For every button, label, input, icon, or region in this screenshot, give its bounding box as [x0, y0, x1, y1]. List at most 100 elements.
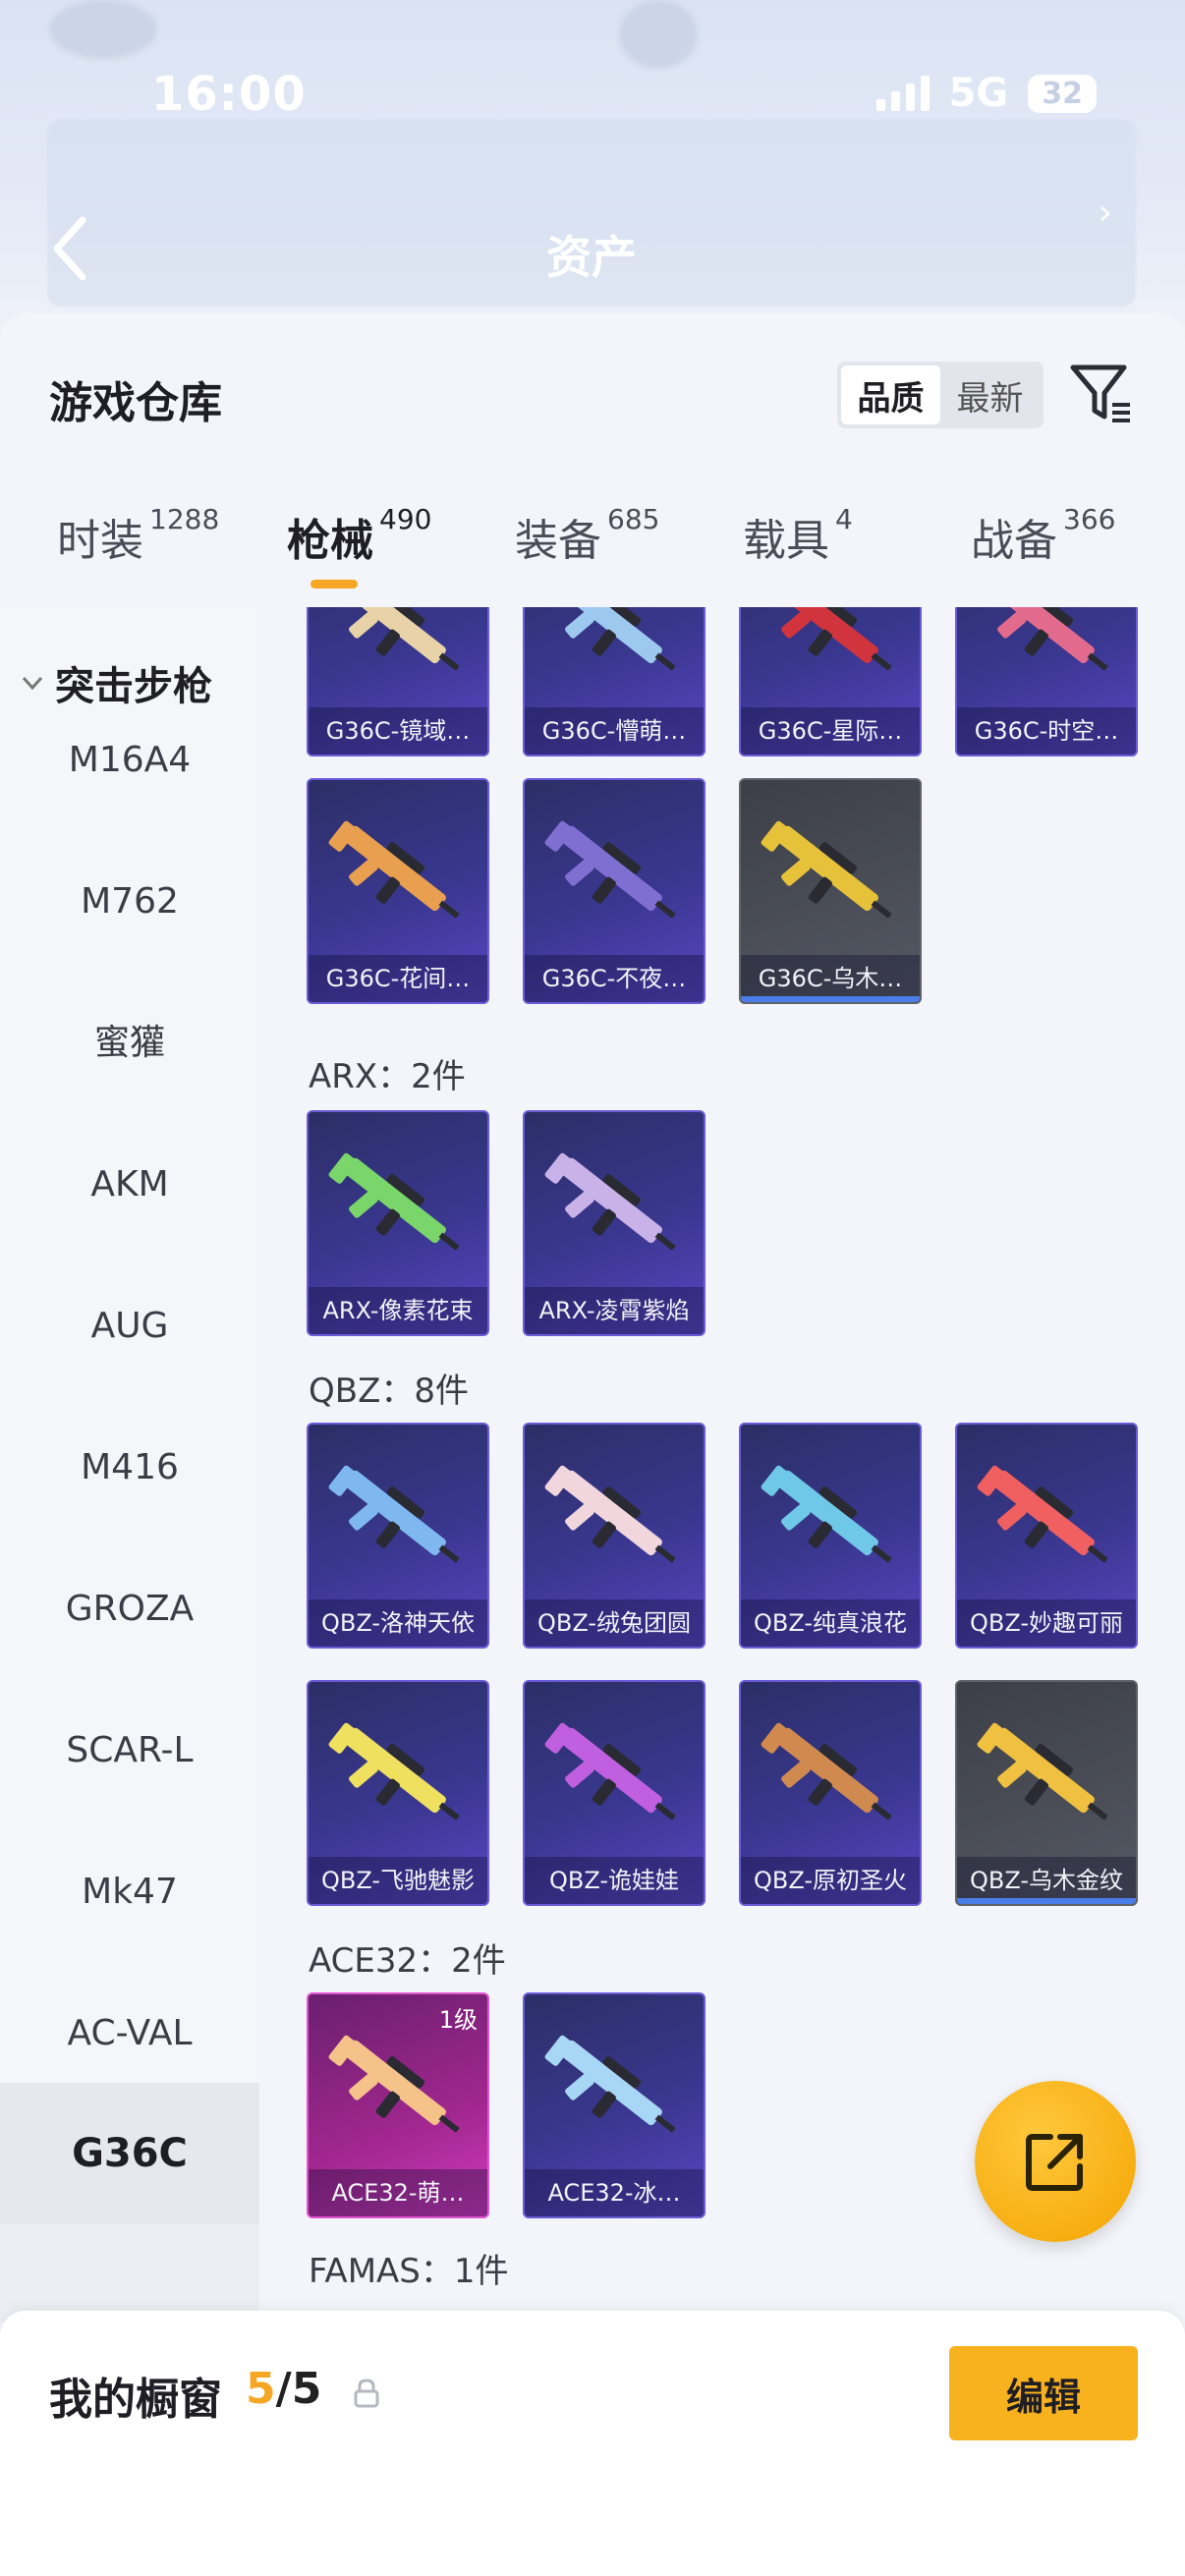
rifle-skin-icon [328, 1722, 460, 1820]
tab-fashion[interactable]: 时装 1288 [57, 503, 219, 568]
sidebar-spacer [0, 2224, 259, 2323]
showcase-current: 5 [246, 2364, 276, 2414]
chevron-down-icon [22, 676, 43, 691]
rifle-skin-icon [328, 1152, 460, 1251]
sidebar-item-aug[interactable]: AUG [0, 1283, 259, 1370]
rifle-skin-icon [992, 607, 1108, 671]
weapon-type-sidebar: 突击步枪 M16A4 M762 蜜獾 AKM AUG M416 GROZA SC… [0, 607, 259, 2462]
sidebar-item-ac-val[interactable]: AC-VAL [0, 1990, 259, 2077]
skin-card[interactable]: G36C-镜域… [307, 607, 489, 756]
skin-card[interactable]: QBZ-诡娃娃 [523, 1680, 705, 1906]
sidebar-item-g36c[interactable]: G36C [0, 2083, 259, 2224]
showcase-bar: 我的橱窗 5/5 编辑 [0, 2311, 1185, 2576]
external-link-icon [1026, 2134, 1083, 2191]
skin-name: QBZ-乌木金纹 [957, 1857, 1136, 1904]
skin-card[interactable]: QBZ-飞驰魅影 [307, 1680, 489, 1906]
sidebar-item-honey-badger[interactable]: 蜜獾 [0, 1000, 259, 1087]
tab-count: 4 [835, 503, 853, 535]
sort-quality-button[interactable]: 品质 [841, 365, 940, 424]
sidebar-item-groza[interactable]: GROZA [0, 1566, 259, 1652]
group-label-arx: ARX：2件 [309, 1057, 466, 1096]
skin-card[interactable]: 1级 ACE32-萌… [307, 1992, 489, 2218]
group-label-famas: FAMAS：1件 [309, 2252, 509, 2291]
signal-icon [875, 76, 930, 111]
share-float-button[interactable] [975, 2081, 1136, 2242]
skin-name: ACE32-冰… [525, 2169, 704, 2216]
skin-name: QBZ-洛神天依 [309, 1599, 487, 1647]
sidebar-item-m416[interactable]: M416 [0, 1425, 259, 1511]
tab-label: 装备 [515, 516, 601, 566]
edit-button[interactable]: 编辑 [949, 2346, 1138, 2440]
rifle-skin-icon [761, 1722, 892, 1820]
skin-card[interactable]: QBZ-纯真浪花 [739, 1423, 922, 1649]
inventory-sheet: 游戏仓库 品质 最新 时装 1288 枪械 490 装备 685 载具 4 战备… [0, 312, 1185, 2576]
showcase-total: /5 [275, 2364, 322, 2414]
skin-card[interactable]: ARX-像素花束 [307, 1110, 489, 1336]
skin-name: G36C-时空… [957, 707, 1136, 755]
showcase-count: 5/5 [246, 2364, 321, 2414]
rifle-skin-icon [560, 607, 676, 671]
skin-card[interactable]: G36C-时空… [955, 607, 1138, 756]
skin-card[interactable]: G36C-花间… [307, 778, 489, 1004]
sidebar-item-m762[interactable]: M762 [0, 859, 259, 945]
skin-card[interactable]: G36C-星际… [739, 607, 922, 756]
skin-name: QBZ-纯真浪花 [741, 1599, 920, 1647]
sort-latest-button[interactable]: 最新 [940, 365, 1040, 424]
filter-icon[interactable] [1069, 362, 1134, 426]
skin-name: G36C-花间… [309, 955, 487, 1002]
rifle-skin-icon [328, 2035, 460, 2133]
sidebar-item-scar-l[interactable]: SCAR-L [0, 1708, 259, 1794]
skin-name: ARX-像素花束 [309, 1287, 487, 1334]
skin-card[interactable]: G36C-乌木… [739, 778, 922, 1004]
rifle-skin-icon [328, 820, 460, 919]
sidebar-item-m16a4[interactable]: M16A4 [0, 717, 259, 804]
network-type: 5G [948, 71, 1009, 116]
battery-icon: 32 [1028, 74, 1097, 113]
skin-card[interactable]: QBZ-乌木金纹 [955, 1680, 1138, 1906]
skin-card[interactable]: ARX-凌霄紫焰 [523, 1110, 705, 1336]
showcase-title: 我的橱窗 [49, 2375, 222, 2425]
skin-name: QBZ-妙趣可丽 [957, 1599, 1136, 1647]
blurred-avatar [49, 0, 157, 59]
rifle-skin-icon [761, 1465, 892, 1563]
tab-combat-gear[interactable]: 战备 366 [971, 503, 1116, 568]
tab-vehicles[interactable]: 载具 4 [743, 503, 853, 568]
rifle-skin-icon [776, 607, 892, 671]
status-time: 16:00 [151, 67, 307, 122]
skin-name: G36C-乌木… [741, 955, 920, 1002]
skin-name: QBZ-绒兔团圆 [525, 1599, 704, 1647]
sidebar-item-mk47[interactable]: Mk47 [0, 1849, 259, 1935]
rifle-skin-icon [544, 1722, 676, 1820]
tab-count: 366 [1063, 503, 1116, 535]
skin-name: G36C-懵萌… [525, 707, 704, 755]
sidebar-item-akm[interactable]: AKM [0, 1142, 259, 1228]
sidebar-section-assault-rifles[interactable]: 突击步枪 [20, 654, 212, 711]
active-tab-indicator [310, 580, 358, 588]
group-label-ace32: ACE32：2件 [309, 1941, 506, 1981]
skin-name: G36C-不夜… [525, 955, 704, 1002]
skin-name: G36C-星际… [741, 707, 920, 755]
skin-name: G36C-镜域… [309, 707, 487, 755]
rifle-skin-icon [544, 1465, 676, 1563]
tab-equipment[interactable]: 装备 685 [515, 503, 660, 568]
skin-card[interactable]: G36C-不夜… [523, 778, 705, 1004]
skin-name: QBZ-原初圣火 [741, 1857, 920, 1904]
skin-card[interactable]: QBZ-洛神天依 [307, 1423, 489, 1649]
rifle-skin-icon [544, 820, 676, 919]
page-title: 资产 [546, 231, 637, 284]
skin-card[interactable]: G36C-懵萌… [523, 607, 705, 756]
status-indicators: 5G 32 [875, 71, 1097, 116]
tab-firearms[interactable]: 枪械 490 [287, 503, 431, 568]
back-arrow-icon[interactable] [49, 214, 88, 283]
skin-card[interactable]: QBZ-原初圣火 [739, 1680, 922, 1906]
sidebar-section-label: 突击步枪 [55, 664, 212, 709]
rifle-skin-icon [544, 2035, 676, 2133]
skin-card[interactable]: QBZ-妙趣可丽 [955, 1423, 1138, 1649]
skin-card[interactable]: ACE32-冰… [523, 1992, 705, 2218]
skin-name: ACE32-萌… [309, 2169, 487, 2216]
rifle-skin-icon [344, 607, 460, 671]
skin-card[interactable]: QBZ-绒兔团圆 [523, 1423, 705, 1649]
rifle-skin-icon [977, 1465, 1108, 1563]
tab-count: 685 [607, 503, 660, 535]
tab-label: 时装 [57, 516, 143, 566]
